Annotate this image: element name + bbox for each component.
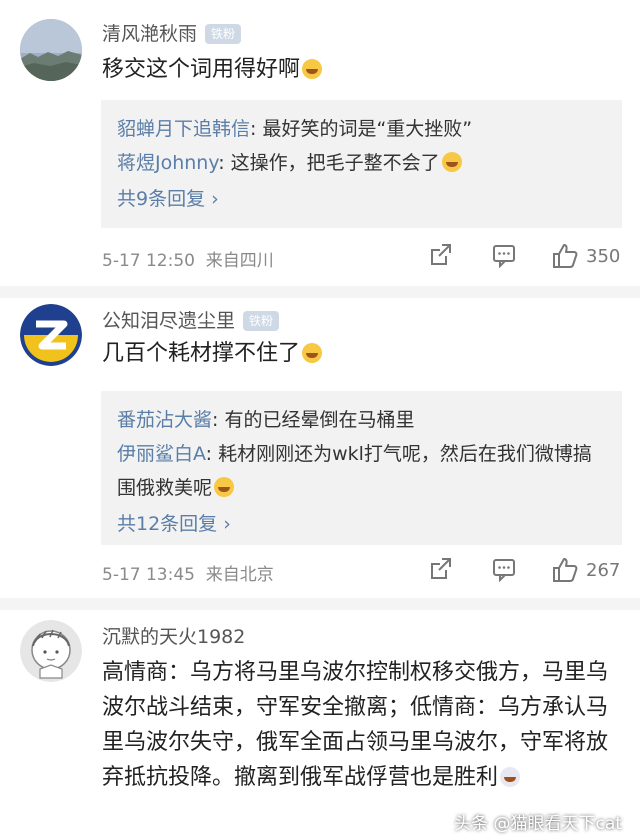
reply-text: : 最好笑的词是“重大挫败” bbox=[250, 118, 473, 140]
reply-text: : 这操作，把毛子整不会了 bbox=[218, 152, 440, 174]
avatar[interactable] bbox=[20, 620, 82, 682]
shocked-emoji-icon bbox=[500, 767, 521, 787]
divider bbox=[0, 286, 640, 298]
comment-3: 沉默的天火1982 高情商：乌方将马里乌波尔控制权移交俄方，马里乌波尔战斗结束，… bbox=[0, 610, 640, 840]
comment-2: 公知泪尽遗尘里 铁粉 几百个耗材撑不住了 番茄沾大酱: 有的已经晕倒在马桶里 伊丽… bbox=[0, 298, 640, 598]
like-icon[interactable] bbox=[551, 556, 579, 586]
comment-1: 清风滟秋雨 铁粉 移交这个词用得好啊 貂蝉月下追韩信: 最好笑的词是“重大挫败” … bbox=[0, 0, 640, 290]
comment-meta: 5-17 12:50 来自四川 350 bbox=[102, 242, 622, 272]
more-replies-link[interactable]: 共9条回复 › bbox=[117, 182, 606, 216]
crying-emoji-icon bbox=[214, 477, 235, 497]
username[interactable]: 公知泪尽遗尘里 铁粉 bbox=[102, 306, 280, 333]
avatar[interactable] bbox=[20, 19, 82, 81]
reply-item[interactable]: 伊丽鲨白A: 耗材刚刚还为wkl打气呢，然后在我们微博搞围俄救美呢 bbox=[117, 437, 606, 505]
comment-text: 移交这个词用得好啊 bbox=[102, 53, 622, 86]
timestamp: 5-17 12:50 来自四川 bbox=[102, 251, 274, 271]
reply-author[interactable]: 伊丽鲨白A bbox=[117, 443, 206, 465]
fan-badge: 铁粉 bbox=[243, 311, 280, 331]
location: 来自北京 bbox=[205, 565, 274, 585]
reply-author[interactable]: 番茄沾大酱 bbox=[117, 409, 212, 431]
username-text[interactable]: 清风滟秋雨 bbox=[102, 23, 197, 45]
username[interactable]: 清风滟秋雨 铁粉 bbox=[102, 19, 242, 46]
laughing-tears-emoji-icon bbox=[302, 343, 323, 363]
comment-meta: 5-17 13:45 来自北京 267 bbox=[102, 556, 622, 586]
share-icon[interactable] bbox=[428, 556, 454, 586]
username[interactable]: 沉默的天火1982 bbox=[102, 622, 245, 649]
laughing-tears-emoji-icon bbox=[441, 152, 462, 172]
location: 来自四川 bbox=[205, 251, 274, 271]
reply-box[interactable]: 番茄沾大酱: 有的已经晕倒在马桶里 伊丽鲨白A: 耗材刚刚还为wkl打气呢，然后… bbox=[101, 391, 622, 545]
reply-author[interactable]: 貂蝉月下追韩信 bbox=[117, 118, 250, 140]
more-replies-link[interactable]: 共12条回复 › bbox=[117, 507, 606, 541]
watermark: 头条 @猫眼看天下cat bbox=[454, 814, 622, 834]
username-text[interactable]: 公知泪尽遗尘里 bbox=[102, 310, 235, 332]
comment-icon[interactable] bbox=[491, 556, 517, 586]
like-count: 267 bbox=[586, 560, 621, 581]
comment-icon[interactable] bbox=[491, 242, 517, 272]
like-icon[interactable] bbox=[551, 242, 579, 272]
reply-item[interactable]: 蒋煜Johnny: 这操作，把毛子整不会了 bbox=[117, 146, 606, 180]
reply-box[interactable]: 貂蝉月下追韩信: 最好笑的词是“重大挫败” 蒋煜Johnny: 这操作，把毛子整… bbox=[101, 100, 622, 228]
laughing-tears-emoji-icon bbox=[302, 59, 323, 79]
timestamp: 5-17 13:45 来自北京 bbox=[102, 565, 274, 585]
comment-text: 高情商：乌方将马里乌波尔控制权移交俄方，马里乌波尔战斗结束，守军安全撤离；低情商… bbox=[102, 660, 609, 790]
username-text[interactable]: 沉默的天火1982 bbox=[102, 626, 245, 648]
comment-text: 几百个耗材撑不住了 bbox=[102, 337, 622, 370]
reply-item[interactable]: 番茄沾大酱: 有的已经晕倒在马桶里 bbox=[117, 403, 606, 437]
reply-text: : 有的已经晕倒在马桶里 bbox=[212, 409, 415, 431]
share-icon[interactable] bbox=[428, 242, 454, 272]
avatar[interactable] bbox=[20, 304, 82, 366]
divider bbox=[0, 598, 640, 610]
reply-item[interactable]: 貂蝉月下追韩信: 最好笑的词是“重大挫败” bbox=[117, 112, 606, 146]
like-count: 350 bbox=[586, 246, 621, 267]
fan-badge: 铁粉 bbox=[205, 24, 242, 44]
reply-author[interactable]: 蒋煜Johnny bbox=[117, 152, 218, 174]
